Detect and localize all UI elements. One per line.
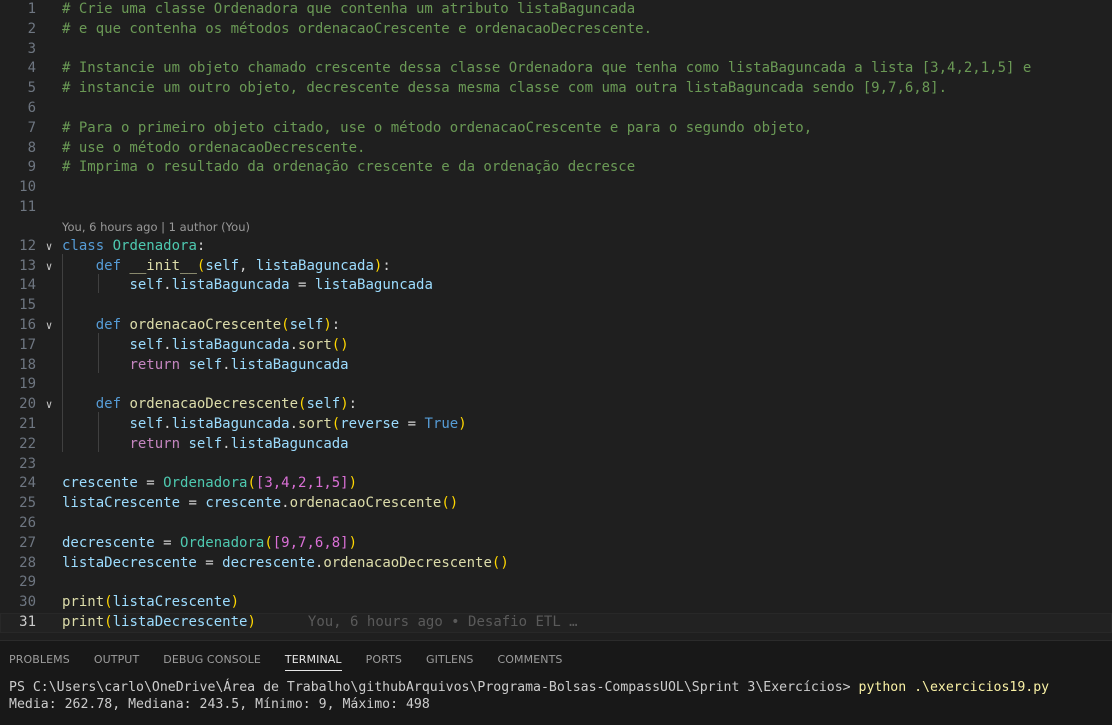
code-line[interactable]: 7 # Para o primeiro objeto citado, use o …: [0, 119, 1112, 139]
line-number: 14: [19, 277, 36, 294]
chevron-down-icon[interactable]: ∨: [42, 257, 56, 277]
code-line[interactable]: 5 # instancie um outro objeto, decrescent…: [0, 79, 1112, 99]
chevron-down-icon[interactable]: ∨: [42, 237, 56, 257]
bottom-panel: PROBLEMS OUTPUT DEBUG CONSOLE TERMINAL P…: [0, 640, 1112, 725]
line-number: 13: [19, 257, 36, 274]
code-line[interactable]: 16 ∨ def ordenacaoCrescente(self):: [0, 316, 1112, 336]
line-number: 24: [19, 475, 36, 492]
line-number: 1: [27, 1, 36, 17]
code-line[interactable]: 2 # e que contenha os métodos ordenacaoCr…: [0, 20, 1112, 40]
tab-problems[interactable]: PROBLEMS: [9, 641, 70, 679]
chevron-down-icon[interactable]: ∨: [42, 395, 56, 415]
line-number: 22: [19, 435, 36, 452]
code-line[interactable]: 18 return self.listaBaguncada: [0, 356, 1112, 376]
code-line[interactable]: 12 ∨ class Ordenadora:: [0, 237, 1112, 257]
code-line[interactable]: 1 # Crie uma classe Ordenadora que conten…: [0, 0, 1112, 20]
line-number: 4: [27, 60, 36, 77]
chevron-down-icon[interactable]: ∨: [42, 316, 56, 336]
line-number: 18: [19, 356, 36, 373]
code-line[interactable]: 21 self.listaBaguncada.sort(reverse = Tr…: [0, 415, 1112, 435]
code-line[interactable]: 15: [0, 296, 1112, 316]
code-line[interactable]: 20 ∨ def ordenacaoDecrescente(self):: [0, 395, 1112, 415]
code-line[interactable]: 9 # Imprima o resultado da ordenação cres…: [0, 158, 1112, 178]
line-number: 30: [19, 594, 36, 611]
line-number: 6: [27, 99, 36, 116]
code-line[interactable]: 19: [0, 375, 1112, 395]
tab-output[interactable]: OUTPUT: [94, 641, 139, 679]
tab-terminal[interactable]: TERMINAL: [284, 641, 342, 679]
line-number: 21: [19, 415, 36, 432]
line-number: 25: [19, 495, 36, 512]
line-number: 8: [27, 139, 36, 156]
line-number: 19: [19, 376, 36, 393]
code-line[interactable]: 22 return self.listaBaguncada: [0, 435, 1112, 455]
code-line[interactable]: 30 print(listaCrescente): [0, 593, 1112, 613]
code-line[interactable]: 4 # Instancie um objeto chamado crescente…: [0, 59, 1112, 79]
line-number: 29: [19, 574, 36, 591]
line-number: 9: [27, 159, 36, 176]
code-line[interactable]: 6: [0, 99, 1112, 119]
line-number: 17: [19, 336, 36, 353]
line-number: 26: [19, 514, 36, 531]
line-number: 16: [19, 316, 36, 333]
code-line[interactable]: 23: [0, 455, 1112, 475]
code-line[interactable]: 28 listaDecrescente = decrescente.ordenac…: [0, 554, 1112, 574]
code-line[interactable]: 13 ∨ def __init__(self, listaBaguncada):: [0, 257, 1112, 277]
line-number: 11: [19, 198, 36, 215]
code-line[interactable]: 27 decrescente = Ordenadora([9,7,6,8]): [0, 534, 1112, 554]
line-number: 2: [27, 20, 36, 37]
line-number: 28: [19, 554, 36, 571]
code-editor[interactable]: 1 # Crie uma classe Ordenadora que conten…: [0, 0, 1112, 640]
terminal-prompt: PS C:\Users\carlo\OneDrive\Área de Traba…: [9, 680, 859, 695]
code-line[interactable]: 24 crescente = Ordenadora([3,4,2,1,5]): [0, 474, 1112, 494]
codelens-author[interactable]: You, 6 hours ago | 1 author (You): [0, 218, 1112, 237]
line-number: 3: [27, 40, 36, 57]
terminal[interactable]: PS C:\Users\carlo\OneDrive\Área de Traba…: [0, 679, 1112, 713]
code-line[interactable]: 11: [0, 198, 1112, 218]
terminal-command: python .\exercicios19.py: [858, 680, 1050, 695]
code-line[interactable]: 3: [0, 40, 1112, 60]
tab-debug-console[interactable]: DEBUG CONSOLE: [163, 641, 261, 679]
panel-tabs: PROBLEMS OUTPUT DEBUG CONSOLE TERMINAL P…: [0, 641, 1112, 679]
git-blame-annotation[interactable]: You, 6 hours ago • Desafio ETL …: [308, 614, 578, 630]
terminal-prompt-line: PS C:\Users\carlo\OneDrive\Área de Traba…: [9, 679, 1112, 696]
code-line[interactable]: 8 # use o método ordenacaoDecrescente.: [0, 139, 1112, 159]
line-number: 10: [19, 179, 36, 196]
code-line[interactable]: 17 self.listaBaguncada.sort(): [0, 336, 1112, 356]
line-number: 23: [19, 455, 36, 472]
line-number: 5: [27, 80, 36, 97]
line-number: 20: [19, 396, 36, 413]
tab-comments[interactable]: COMMENTS: [497, 641, 562, 679]
code-line[interactable]: 29: [0, 573, 1112, 593]
line-number: 27: [19, 534, 36, 551]
code-line-current[interactable]: 31 print(listaDecrescente) You, 6 hours ag…: [0, 612, 1112, 633]
tab-ports[interactable]: PORTS: [366, 641, 402, 679]
code-line[interactable]: 10: [0, 178, 1112, 198]
terminal-output: Media: 262.78, Mediana: 243.5, Mínimo: 9…: [9, 697, 430, 712]
code-line[interactable]: 14 self.listaBaguncada = listaBaguncada: [0, 276, 1112, 296]
line-number: 12: [19, 237, 36, 254]
tab-gitlens[interactable]: GITLENS: [426, 641, 473, 679]
line-number: 31: [19, 613, 36, 630]
code-line[interactable]: 25 listaCrescente = crescente.ordenacaoCr…: [0, 494, 1112, 514]
code-line[interactable]: 26: [0, 514, 1112, 534]
line-number: 7: [27, 119, 36, 136]
line-number: 15: [19, 297, 36, 314]
